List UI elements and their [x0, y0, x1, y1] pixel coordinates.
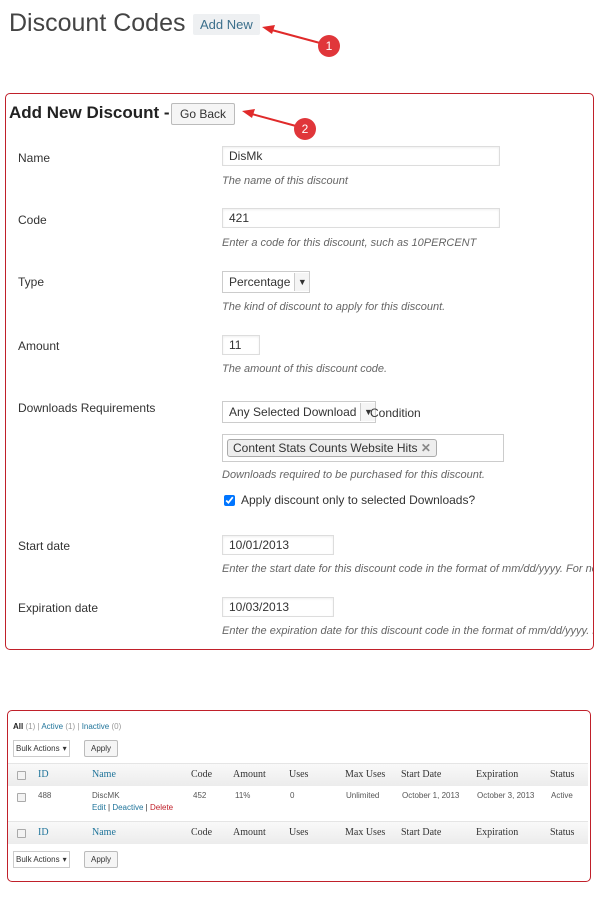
column-header-uses: Uses	[289, 769, 309, 780]
download-tag-label: Content Stats Counts Website Hits	[233, 441, 418, 455]
bulk-actions-select-bottom[interactable]: Bulk Actions ▾	[13, 851, 70, 868]
name-input[interactable]: DisMk	[222, 146, 500, 166]
column-header-uses: Uses	[289, 827, 309, 838]
apply-button-top[interactable]: Apply	[84, 740, 119, 757]
add-discount-form: Add New Discount - Go Back Name DisMk Th…	[5, 93, 594, 650]
row-uses: 0	[290, 791, 295, 800]
column-header-start-date: Start Date	[401, 769, 442, 780]
column-header-max-uses: Max Uses	[345, 827, 386, 838]
row-amount: 11%	[235, 791, 251, 800]
downloads-help: Downloads required to be purchased for t…	[222, 469, 485, 481]
status-filters: All (1) | Active (1) | Inactive (0)	[13, 722, 122, 731]
go-back-button[interactable]: Go Back	[171, 103, 236, 125]
row-actions: Edit | Deactive | Delete	[92, 803, 174, 812]
type-value: Percentage	[229, 275, 291, 289]
form-title: Add New Discount -	[9, 103, 170, 122]
column-header-amount: Amount	[233, 769, 266, 780]
expiration-date-input[interactable]: 10/03/2013	[222, 597, 334, 617]
select-all-checkbox[interactable]	[17, 829, 26, 838]
column-header-amount: Amount	[233, 827, 266, 838]
row-code: 452	[193, 791, 207, 800]
column-header-id[interactable]: ID	[38, 769, 49, 780]
column-header-start-date: Start Date	[401, 827, 442, 838]
filter-inactive[interactable]: Inactive	[82, 722, 110, 731]
type-label: Type	[18, 275, 45, 289]
column-header-status: Status	[550, 769, 575, 780]
expiration-date-help: Enter the expiration date for this disco…	[222, 625, 593, 637]
remove-tag-icon[interactable]: ✕	[421, 441, 431, 455]
column-header-name[interactable]: Name	[92, 769, 116, 780]
apply-selected-checkbox[interactable]	[224, 494, 235, 506]
chevron-down-icon: ▾	[62, 744, 67, 753]
type-select[interactable]: Percentage ▼	[222, 271, 311, 293]
column-header-status: Status	[550, 827, 575, 838]
expiration-date-label: Expiration date	[18, 601, 99, 615]
amount-input[interactable]: 11	[222, 335, 260, 355]
filter-inactive-count: (0)	[111, 722, 122, 731]
downloads-select[interactable]: Any Selected Download ▼	[222, 401, 377, 423]
type-help: The kind of discount to apply for this d…	[222, 301, 446, 313]
downloads-label: Downloads Requirements	[18, 401, 156, 415]
apply-selected-row: Apply discount only to selected Download…	[224, 493, 475, 507]
bulk-actions-select-top[interactable]: Bulk Actions ▾	[13, 740, 70, 757]
row-start-date: October 1, 2013	[402, 791, 460, 800]
download-tag: Content Stats Counts Website Hits ✕	[227, 439, 437, 457]
chevron-down-icon: ▼	[294, 273, 310, 291]
code-label: Code	[18, 213, 47, 227]
apply-button-bottom[interactable]: Apply	[84, 851, 119, 868]
bulk-actions-label: Bulk Actions	[16, 744, 60, 753]
row-max-uses: Unlimited	[346, 791, 380, 800]
filter-active-count: (1)	[65, 722, 76, 731]
column-header-id[interactable]: ID	[38, 827, 49, 838]
row-status: Active	[551, 791, 573, 800]
column-header-name[interactable]: Name	[92, 827, 116, 838]
start-date-label: Start date	[18, 539, 71, 553]
start-date-help: Enter the start date for this discount c…	[222, 563, 593, 575]
delete-link[interactable]: Delete	[150, 803, 173, 812]
column-header-max-uses: Max Uses	[345, 769, 386, 780]
amount-help: The amount of this discount code.	[222, 363, 388, 375]
select-all-checkbox[interactable]	[17, 771, 26, 780]
bulk-actions-label: Bulk Actions	[16, 855, 60, 864]
downloads-value: Any Selected Download	[229, 405, 357, 419]
annotation-badge-1: 1	[318, 35, 340, 57]
row-expiration: October 3, 2013	[477, 791, 535, 800]
column-header-expiration: Expiration	[476, 769, 519, 780]
discounts-list: All (1) | Active (1) | Inactive (0) Bulk…	[7, 710, 591, 882]
filter-active[interactable]: Active	[41, 722, 63, 731]
downloads-tags-input[interactable]: Content Stats Counts Website Hits ✕	[222, 434, 504, 462]
deactive-link[interactable]: Deactive	[112, 803, 143, 812]
column-header-code: Code	[191, 769, 213, 780]
row-name[interactable]: DiscMK	[92, 791, 120, 800]
code-help: Enter a code for this discount, such as …	[222, 237, 477, 249]
filter-all-count: (1)	[25, 722, 36, 731]
name-label: Name	[18, 151, 51, 165]
condition-label: Condition	[370, 406, 421, 420]
name-help: The name of this discount	[222, 175, 348, 187]
code-input[interactable]: 421	[222, 208, 500, 228]
start-date-input[interactable]: 10/01/2013	[222, 535, 334, 555]
amount-label: Amount	[18, 339, 60, 353]
edit-link[interactable]: Edit	[92, 803, 106, 812]
apply-selected-label: Apply discount only to selected Download…	[241, 493, 476, 507]
chevron-down-icon: ▾	[62, 855, 67, 864]
filter-all[interactable]: All	[13, 722, 23, 731]
column-header-expiration: Expiration	[476, 827, 519, 838]
column-header-code: Code	[191, 827, 213, 838]
row-checkbox[interactable]	[17, 793, 26, 802]
row-id: 488	[38, 791, 52, 800]
